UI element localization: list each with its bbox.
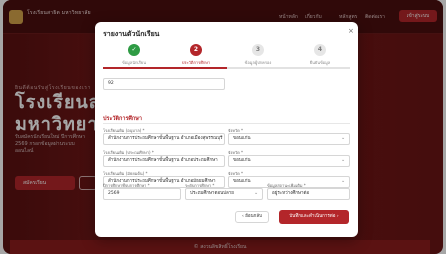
step-label: ข้อมูลผู้ปกครอง bbox=[244, 60, 272, 65]
school1-input[interactable]: สำนักงานการประถมศึกษาขั้นพื้นฐาน อำเภอเม… bbox=[103, 133, 225, 145]
step-label: ประวัติการศึกษา bbox=[181, 60, 211, 65]
step-label: ยืนยันข้อมูล bbox=[309, 60, 331, 65]
chevron-down-icon: ⌄ bbox=[341, 135, 346, 141]
step-label: ข้อมูลนักเรียน bbox=[122, 60, 146, 65]
level-select[interactable]: ประถมศึกษาตอนปลาย bbox=[185, 188, 263, 200]
school2-input[interactable]: สำนักงานการประถมศึกษาขั้นพื้นฐาน อำเภอปร… bbox=[103, 155, 225, 167]
section-divider bbox=[103, 123, 350, 124]
step-number: 4 bbox=[314, 44, 326, 56]
step-number: 2 bbox=[190, 44, 202, 56]
chevron-down-icon: ⌄ bbox=[341, 178, 346, 184]
top-field-input[interactable]: 92 bbox=[103, 78, 225, 90]
stepper-progress bbox=[103, 67, 227, 69]
prov2-select[interactable]: ขอนแก่น bbox=[228, 155, 350, 167]
chevron-right-icon: › bbox=[335, 214, 339, 219]
chevron-down-icon: ⌄ bbox=[341, 157, 346, 163]
save-continue-label: บันทึกและดำเนินการต่อ bbox=[289, 214, 336, 219]
prov1-select[interactable]: ขอนแก่น bbox=[228, 133, 350, 145]
section-title: ประวัติการศึกษา bbox=[103, 116, 142, 122]
step-education-history[interactable]: 2 ประวัติการศึกษา bbox=[165, 44, 227, 66]
status-input[interactable]: อยู่ระหว่างศึกษาต่อ bbox=[267, 188, 350, 200]
close-icon[interactable]: × bbox=[348, 27, 354, 35]
step-number: 3 bbox=[252, 44, 264, 56]
check-icon: ✓ bbox=[128, 44, 140, 56]
step-confirm[interactable]: 4 ยืนยันข้อมูล bbox=[289, 44, 351, 66]
grad-year-input[interactable]: 2569 bbox=[103, 188, 181, 200]
back-button-label: ย้อนกลับ bbox=[245, 214, 262, 219]
modal-title: รายงานตัวนักเรียน bbox=[103, 30, 160, 38]
stepper-track bbox=[227, 67, 350, 69]
step-student-info[interactable]: ✓ ข้อมูลนักเรียน bbox=[103, 44, 165, 66]
chevron-down-icon: ⌄ bbox=[254, 190, 259, 196]
back-button[interactable]: ‹ ย้อนกลับ bbox=[235, 211, 269, 223]
step-guardian-info[interactable]: 3 ข้อมูลผู้ปกครอง bbox=[227, 44, 289, 66]
save-continue-button[interactable]: บันทึกและดำเนินการต่อ › bbox=[279, 210, 349, 224]
registration-modal: รายงานตัวนักเรียน × ✓ ข้อมูลนักเรียน 2 ป… bbox=[95, 22, 358, 237]
